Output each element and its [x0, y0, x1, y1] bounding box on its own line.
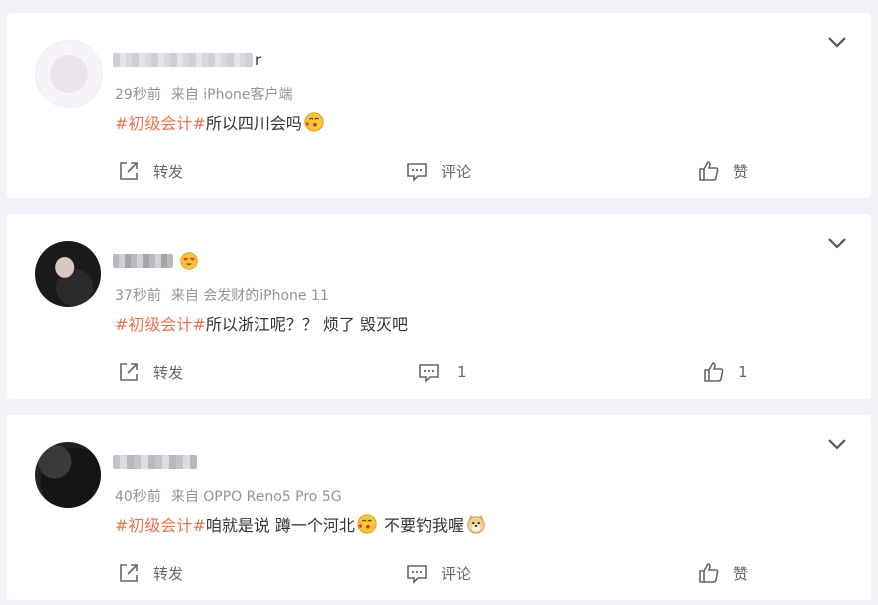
comment-count: 1	[457, 363, 467, 381]
post-source: 来自 OPPO Reno5 Pro 5G	[170, 489, 342, 505]
post-content: #初级会计# 所以四川会吗	[115, 110, 326, 134]
like-label: 赞	[733, 564, 749, 583]
share-label: 转发	[153, 162, 184, 181]
thumbs-up-icon	[704, 362, 724, 382]
share-icon	[120, 564, 138, 582]
post-text: 所以浙江呢？？ 烦了 毁灭吧	[205, 315, 409, 334]
post-text-continued: 不要钓我喔	[378, 516, 465, 535]
thumbs-up-icon	[699, 161, 719, 181]
hashtag-link[interactable]: #初级会计#	[115, 512, 206, 536]
hashtag-link[interactable]: #初级会计#	[115, 311, 206, 335]
post-card: r 29秒前 来自 iPhone客户端 #初级会计# 所以四川会吗 转发 评论 …	[7, 13, 871, 198]
avatar[interactable]	[35, 442, 101, 508]
post-actions: 转发 评论 赞	[7, 156, 871, 186]
username[interactable]	[113, 251, 199, 271]
like-button[interactable]: 赞	[697, 156, 748, 186]
like-label: 赞	[733, 162, 749, 181]
post-time[interactable]: 40秒前	[115, 489, 161, 505]
kiss-emoji-icon	[304, 112, 324, 132]
post-text: 咱就是说 蹲一个河北	[205, 516, 355, 535]
feed: r 29秒前 来自 iPhone客户端 #初级会计# 所以四川会吗 转发 评论 …	[0, 0, 878, 605]
chevron-down-icon[interactable]	[827, 35, 847, 49]
comment-icon	[407, 565, 427, 584]
heart-eyes-emoji-icon	[179, 251, 199, 271]
comment-label: 评论	[441, 162, 472, 181]
post-content: #初级会计# 所以浙江呢？？ 烦了 毁灭吧	[115, 311, 408, 335]
kiss-emoji-icon	[357, 514, 377, 534]
like-count: 1	[738, 363, 748, 381]
post-meta: 29秒前 来自 iPhone客户端	[115, 84, 293, 104]
post-time[interactable]: 37秒前	[115, 288, 161, 304]
comment-button[interactable]: 评论	[405, 156, 471, 186]
share-button[interactable]: 转发	[117, 558, 183, 588]
post-content: #初级会计# 咱就是说 蹲一个河北 不要钓我喔	[115, 512, 488, 536]
comment-icon	[419, 364, 439, 383]
comment-button[interactable]: 1	[417, 357, 467, 387]
like-button[interactable]: 赞	[697, 558, 748, 588]
share-icon	[120, 162, 138, 180]
post-card: 37秒前 来自 会发财的iPhone 11 #初级会计# 所以浙江呢？？ 烦了 毁…	[7, 214, 871, 399]
share-label: 转发	[153, 363, 184, 382]
share-icon	[120, 363, 138, 381]
username[interactable]: r	[113, 50, 261, 70]
chevron-down-icon[interactable]	[827, 437, 847, 451]
chevron-down-icon[interactable]	[827, 236, 847, 250]
post-meta: 37秒前 来自 会发财的iPhone 11	[115, 285, 329, 305]
post-actions: 转发 1 1	[7, 357, 871, 387]
share-button[interactable]: 转发	[117, 357, 183, 387]
post-meta: 40秒前 来自 OPPO Reno5 Pro 5G	[115, 486, 342, 506]
like-button[interactable]: 1	[702, 357, 748, 387]
avatar[interactable]	[35, 40, 103, 108]
post-time[interactable]: 29秒前	[115, 87, 161, 103]
post-text: 所以四川会吗	[205, 114, 302, 133]
comment-icon	[407, 163, 427, 182]
username[interactable]	[113, 452, 197, 472]
post-source: 来自 会发财的iPhone 11	[170, 288, 329, 304]
comment-label: 评论	[441, 564, 472, 583]
username-blurred	[113, 455, 197, 469]
share-label: 转发	[153, 564, 184, 583]
post-source: 来自 iPhone客户端	[170, 87, 293, 103]
avatar[interactable]	[35, 241, 101, 307]
share-button[interactable]: 转发	[117, 156, 183, 186]
thumbs-up-icon	[699, 563, 719, 583]
username-blurred	[113, 53, 253, 67]
doge-emoji-icon	[467, 514, 485, 534]
comment-button[interactable]: 评论	[405, 558, 471, 588]
hashtag-link[interactable]: #初级会计#	[115, 110, 206, 134]
post-actions: 转发 评论 赞	[7, 558, 871, 588]
username-suffix: r	[255, 51, 262, 69]
post-card: 40秒前 来自 OPPO Reno5 Pro 5G #初级会计# 咱就是说 蹲一个…	[7, 415, 871, 600]
username-blurred	[113, 254, 173, 268]
